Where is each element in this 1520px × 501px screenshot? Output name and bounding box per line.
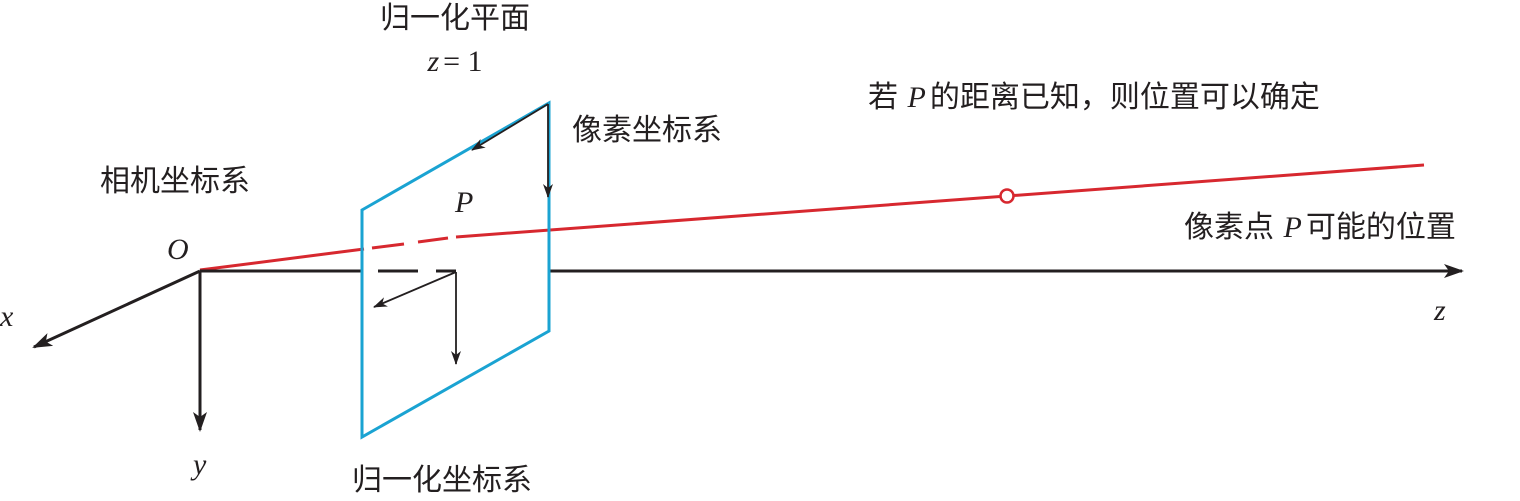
y-axis-label: y [190, 448, 207, 481]
x-axis [32, 269, 201, 349]
pixel-coord-label: 像素坐标系 [572, 113, 722, 148]
normalized-coord-label: 归一化坐标系 [352, 463, 532, 498]
point-p-label: P [454, 186, 473, 219]
camera-coord-label: 相机坐标系 [100, 164, 250, 199]
pixel-u-axis [471, 103, 549, 151]
ray-dash-1 [371, 242, 405, 250]
ray-dash-2 [417, 236, 449, 244]
point-marker-icon [999, 188, 1015, 204]
plane-equation: z = 1 [426, 45, 482, 78]
ray-segment-origin [199, 247, 365, 272]
diagram-canvas: 归一化平面 z = 1 若 P 的距离已知，则位置可以确定 像素坐标系 相机坐标… [0, 1, 1464, 498]
plane-title: 归一化平面 [380, 1, 530, 36]
origin-label: O [167, 233, 189, 266]
distance-note: 若 P 的距离已知，则位置可以确定 [868, 80, 1320, 115]
z-axis-label: z [1433, 294, 1446, 327]
possible-location-label: 像素点 P 可能的位置 [1184, 210, 1456, 245]
camera-projection-diagram: 归一化平面 z = 1 若 P 的距离已知，则位置可以确定 像素坐标系 相机坐标… [0, 0, 1520, 501]
normalized-x-axis [373, 271, 457, 308]
x-axis-label: x [0, 300, 14, 333]
